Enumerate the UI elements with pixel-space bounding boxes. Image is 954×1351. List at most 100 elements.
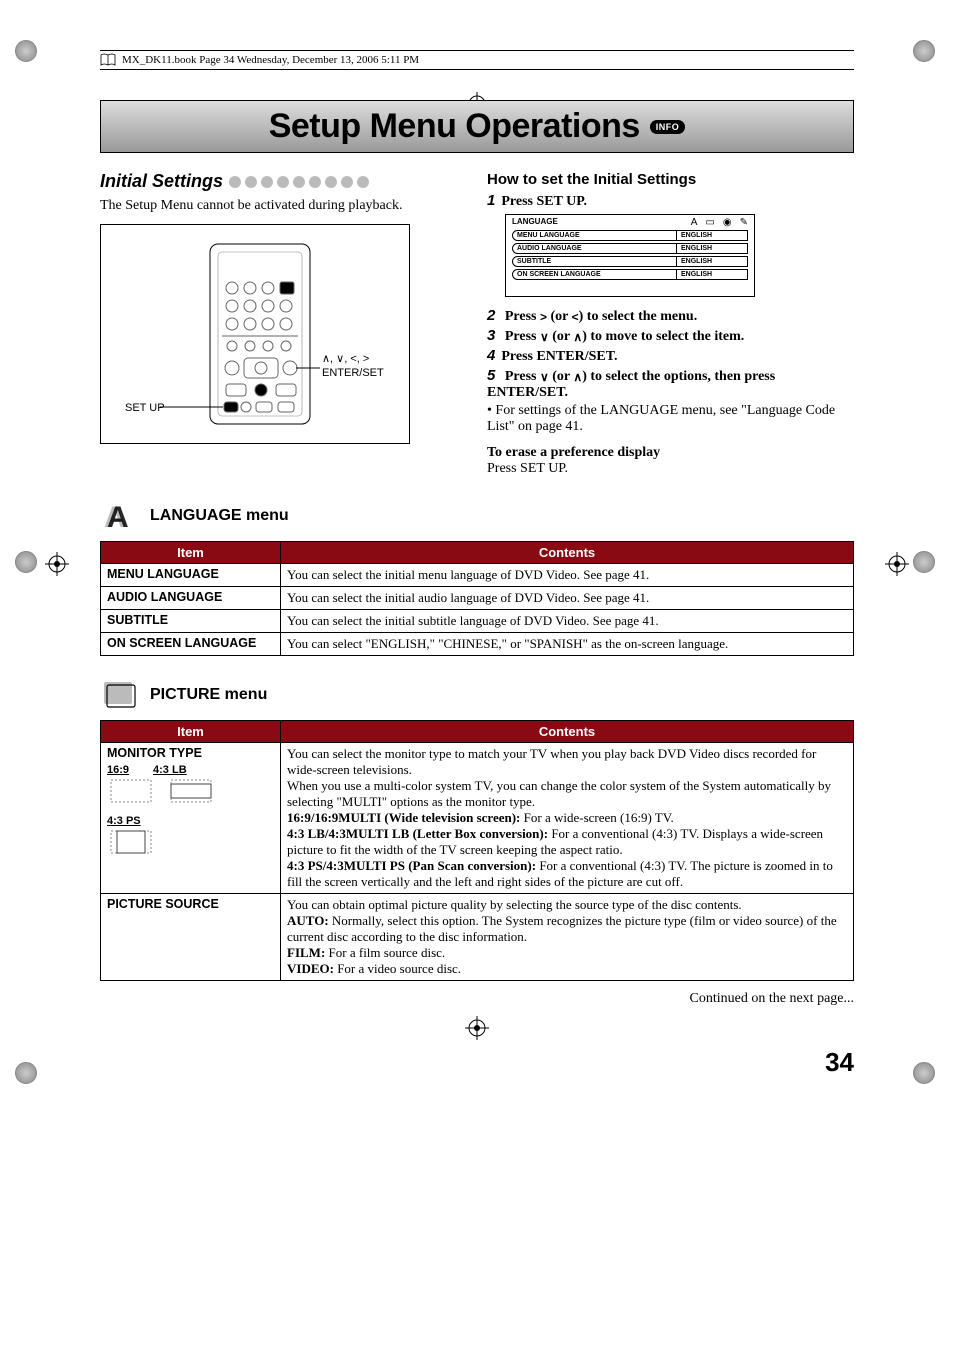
picture-source-p4r: For a video source disc. (334, 961, 461, 976)
page-title-bar: Setup Menu Operations INFO (100, 100, 854, 153)
aspect-4-3-ps-icon: 4:3 PS (107, 815, 274, 827)
language-menu-table: Item Contents MENU LANGUAGEYou can selec… (100, 541, 854, 656)
erase-body: Press SET UP. (487, 461, 854, 477)
step-2: 2 Press > (or <) to select the menu. (487, 307, 854, 325)
step-4: 4Press ENTER/SET. (487, 347, 854, 365)
osd-row-item: ON SCREEN LANGUAGE (513, 270, 677, 279)
initial-settings-heading: Initial Settings (100, 171, 467, 192)
picture-source-p1: You can obtain optimal picture quality b… (287, 897, 847, 913)
down-arrow-icon: ∨ (540, 370, 549, 384)
initial-settings-note: The Setup Menu cannot be activated durin… (100, 198, 467, 214)
step-5-a: Press (505, 369, 540, 384)
how-to-note: • For settings of the LANGUAGE menu, see… (487, 403, 854, 435)
aspect-diagram-icon (107, 827, 167, 857)
table-header-contents: Contents (281, 542, 854, 564)
step-3-b: (or (549, 329, 574, 344)
table-cell-item: ON SCREEN LANGUAGE (101, 633, 281, 656)
language-menu-icon: AA (100, 497, 138, 535)
picture-menu-heading: PICTURE menu (150, 686, 267, 704)
picture-source-p2r: Normally, select this option. The System… (287, 913, 837, 944)
monitor-type-p4b: 4:3 LB/4:3MULTI LB (Letter Box conversio… (287, 826, 548, 841)
step-3-a: Press (505, 329, 540, 344)
remote-diagram: SET UP ∧, ∨, <, > ENTER/SET (100, 224, 410, 444)
aspect-diagram-icon (107, 776, 227, 806)
book-icon (100, 53, 116, 67)
table-header-item: Item (101, 721, 281, 743)
osd-row-value: ENGLISH (677, 231, 747, 240)
left-arrow-icon: < (572, 310, 579, 324)
letter-a-icon: A (691, 217, 698, 228)
table-cell-item: AUDIO LANGUAGE (101, 587, 281, 610)
table-cell-contents: You can select the initial subtitle lang… (281, 610, 854, 633)
monitor-icon: ▭ (705, 217, 714, 228)
info-badge-icon: INFO (650, 120, 686, 134)
monitor-type-p3b: 16:9/16:9MULTI (Wide television screen): (287, 810, 520, 825)
step-5: 5 Press ∨ (or ∧) to select the options, … (487, 367, 854, 401)
monitor-type-p2: When you use a multi-color system TV, yo… (287, 778, 847, 810)
aspect-16-9-icon: 16:9 (107, 764, 129, 776)
table-header-item: Item (101, 542, 281, 564)
down-arrow-icon: ∨ (540, 330, 549, 344)
up-arrow-icon: ∧ (573, 370, 582, 384)
step-1: 1Press SET UP. (487, 192, 854, 210)
monitor-type-p3r: For a wide-screen (16:9) TV. (520, 810, 673, 825)
table-row: ON SCREEN LANGUAGEYou can select "ENGLIS… (101, 633, 854, 656)
table-cell-contents: You can select "ENGLISH," "CHINESE," or … (281, 633, 854, 656)
erase-heading: To erase a preference display (487, 445, 854, 461)
table-cell-contents: You can select the initial menu language… (281, 564, 854, 587)
picture-source-p2b: AUTO: (287, 913, 329, 928)
right-arrow-icon: > (540, 310, 547, 324)
picture-source-label: PICTURE SOURCE (101, 894, 281, 981)
running-head-text: MX_DK11.book Page 34 Wednesday, December… (122, 54, 419, 66)
step-5-b: (or (549, 369, 574, 384)
remote-label-setup: SET UP (125, 402, 165, 414)
osd-row: ON SCREEN LANGUAGEENGLISH (512, 269, 748, 280)
decorative-dots (229, 176, 369, 188)
step-1-text: Press SET UP. (501, 194, 587, 209)
osd-row: SUBTITLEENGLISH (512, 256, 748, 267)
remote-label-enter: ENTER/SET (322, 367, 384, 379)
remote-label-arrows: ∧, ∨, <, > (322, 353, 369, 365)
table-cell-item: MENU LANGUAGE (101, 564, 281, 587)
running-head: MX_DK11.book Page 34 Wednesday, December… (100, 50, 854, 70)
table-row: MONITOR TYPE 16:9 4:3 LB 4:3 PS (101, 743, 854, 894)
osd-row-value: ENGLISH (677, 257, 747, 266)
table-row: SUBTITLEYou can select the initial subti… (101, 610, 854, 633)
osd-row-item: MENU LANGUAGE (513, 231, 677, 240)
table-cell-contents: You can select the initial audio languag… (281, 587, 854, 610)
picture-source-p4b: VIDEO: (287, 961, 334, 976)
step-2-a: Press (505, 309, 540, 324)
speaker-icon: ◉ (723, 217, 732, 228)
step-3: 3 Press ∨ (or ∧) to move to select the i… (487, 327, 854, 345)
page-number: 34 (100, 1047, 854, 1078)
picture-menu-table: Item Contents MONITOR TYPE 16:9 4:3 LB (100, 720, 854, 981)
wrench-icon: ✎ (740, 217, 748, 228)
picture-menu-icon (100, 676, 138, 714)
table-row: AUDIO LANGUAGEYou can select the initial… (101, 587, 854, 610)
picture-source-p3r: For a film source disc. (325, 945, 445, 960)
monitor-type-label: MONITOR TYPE (107, 746, 274, 760)
step-2-b: (or (547, 309, 572, 324)
language-menu-heading: LANGUAGE menu (150, 507, 289, 525)
continued-text: Continued on the next page... (100, 991, 854, 1007)
osd-tab-icons: A ▭ ◉ ✎ (691, 217, 748, 228)
monitor-type-p1: You can select the monitor type to match… (287, 746, 847, 778)
language-osd-screenshot: LANGUAGE A ▭ ◉ ✎ MENU LANGUAGEENGLISHAUD… (505, 214, 755, 297)
picture-source-p3b: FILM: (287, 945, 325, 960)
up-arrow-icon: ∧ (573, 330, 582, 344)
table-header-contents: Contents (281, 721, 854, 743)
monitor-type-p5b: 4:3 PS/4:3MULTI PS (Pan Scan conversion)… (287, 858, 536, 873)
table-row: MENU LANGUAGEYou can select the initial … (101, 564, 854, 587)
step-4-text: Press ENTER/SET. (501, 349, 617, 364)
step-3-c: ) to move to select the item. (582, 329, 744, 344)
osd-row: AUDIO LANGUAGEENGLISH (512, 243, 748, 254)
how-to-heading: How to set the Initial Settings (487, 171, 854, 188)
how-to-note-text: For settings of the LANGUAGE menu, see "… (487, 403, 835, 434)
initial-settings-heading-text: Initial Settings (100, 171, 223, 192)
table-cell-item: SUBTITLE (101, 610, 281, 633)
osd-row-item: SUBTITLE (513, 257, 677, 266)
osd-row-value: ENGLISH (677, 270, 747, 279)
svg-text:A: A (107, 501, 129, 534)
page-title: Setup Menu Operations (269, 107, 640, 146)
osd-row-item: AUDIO LANGUAGE (513, 244, 677, 253)
